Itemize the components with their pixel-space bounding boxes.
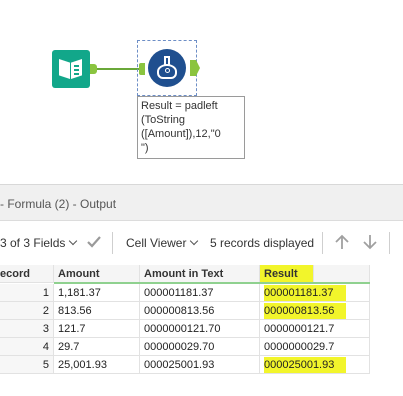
panel-title: - Formula (2) - Output <box>0 197 117 211</box>
highlighted-result-value: 000025001.93 <box>264 357 347 373</box>
check-icon[interactable] <box>86 234 102 250</box>
results-panel-header: - Formula (2) - Output <box>0 185 403 221</box>
workflow-canvas[interactable]: Result = padleft (ToString ([Amount]),12… <box>0 0 403 184</box>
chevron-down-icon <box>190 236 199 246</box>
cell-record[interactable]: 3 <box>0 320 54 338</box>
results-panel: - Formula (2) - Output 3 of 3 Fields Cel… <box>0 184 403 396</box>
formula-tool-flask-icon[interactable] <box>148 49 186 87</box>
toolbar-divider <box>112 232 113 254</box>
highlighted-result-value: 000001181.37 <box>264 285 346 301</box>
book-icon <box>59 59 70 79</box>
cell-amount-in-text[interactable]: 000001181.37 <box>140 284 260 302</box>
arrow-down-icon[interactable] <box>361 233 379 251</box>
fields-selector[interactable]: 3 of 3 Fields <box>0 236 78 250</box>
cell-amount-in-text[interactable]: 000025001.93 <box>140 356 260 374</box>
cell-amount[interactable]: 1,181.37 <box>54 284 140 302</box>
column-header-amount-in-text[interactable]: Amount in Text <box>140 265 260 283</box>
cell-record[interactable]: 5 <box>0 356 54 374</box>
cell-amount[interactable]: 121.7 <box>54 320 140 338</box>
highlighted-result-value: 000000813.56 <box>264 303 347 319</box>
cell-amount[interactable]: 25,001.93 <box>54 356 140 374</box>
cell-record[interactable]: 1 <box>0 284 54 302</box>
chevron-down-icon <box>69 236 78 246</box>
cell-result[interactable]: 000025001.93 <box>260 356 370 374</box>
cell-amount[interactable]: 29.7 <box>54 338 140 356</box>
arrow-up-icon[interactable] <box>333 233 351 251</box>
cell-result[interactable]: 0000000121.7 <box>260 320 370 338</box>
input-data-tool-icon[interactable] <box>52 50 97 88</box>
results-toolbar: 3 of 3 Fields Cell Viewer 5 records disp… <box>0 222 403 262</box>
cell-amount-in-text[interactable]: 0000000121.70 <box>140 320 260 338</box>
header-underline <box>54 282 370 284</box>
column-header-amount[interactable]: Amount <box>54 265 140 283</box>
output-anchor[interactable] <box>90 64 97 74</box>
toolbar-divider <box>389 232 390 254</box>
tool-annotation: Result = padleft (ToString ([Amount]),12… <box>137 96 245 159</box>
formula-output-anchor[interactable] <box>190 60 200 76</box>
cell-result[interactable]: 0000000029.7 <box>260 338 370 356</box>
column-header-record[interactable]: ecord <box>0 265 54 283</box>
cell-amount-in-text[interactable]: 000000813.56 <box>140 302 260 320</box>
cell-viewer-dropdown[interactable]: Cell Viewer <box>126 236 199 250</box>
connection-line[interactable] <box>97 68 139 70</box>
records-info: 5 records displayed <box>210 236 315 250</box>
cell-result[interactable]: 000001181.37 <box>260 284 370 302</box>
cell-record[interactable]: 2 <box>0 302 54 320</box>
toolbar-divider <box>322 232 323 254</box>
column-header-result[interactable]: Result <box>260 265 314 283</box>
cell-record[interactable]: 4 <box>0 338 54 356</box>
cell-amount[interactable]: 813.56 <box>54 302 140 320</box>
cell-amount-in-text[interactable]: 000000029.70 <box>140 338 260 356</box>
cell-result[interactable]: 000000813.56 <box>260 302 370 320</box>
